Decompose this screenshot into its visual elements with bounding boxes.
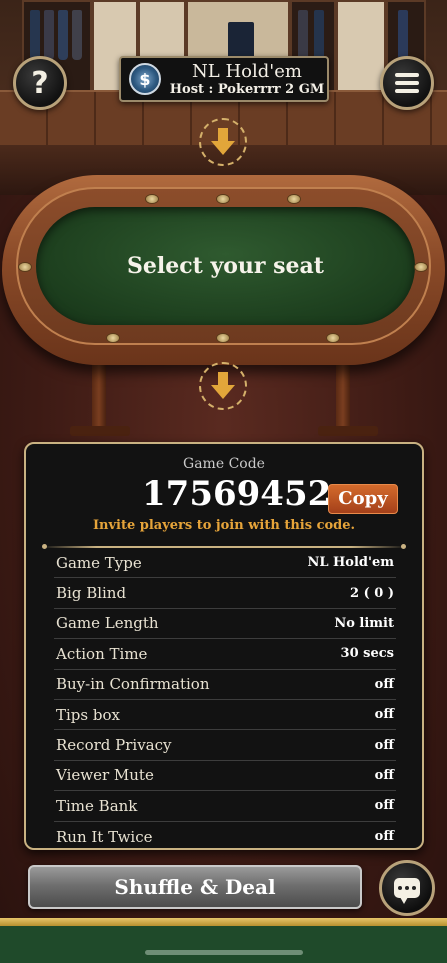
gold-trim xyxy=(0,918,447,926)
setting-value: off xyxy=(374,676,394,692)
setting-label: Tips box xyxy=(56,705,120,724)
chat-bubble-icon xyxy=(394,878,420,904)
table-base xyxy=(70,426,130,436)
seat-marker[interactable] xyxy=(414,262,428,272)
setting-row-tips-box: Tips box off xyxy=(54,700,396,731)
game-title-box: $ NL Hold'em Host : Pokerrrr 2 GM xyxy=(119,56,329,102)
select-seat-prompt: Select your seat xyxy=(127,253,324,279)
app-logo-icon: $ xyxy=(129,63,161,95)
help-button[interactable]: ? xyxy=(13,56,67,110)
setting-row-run-it-twice: Run It Twice off xyxy=(54,822,396,852)
shuffle-deal-button[interactable]: Shuffle & Deal xyxy=(28,865,362,909)
setting-label: Viewer Mute xyxy=(56,766,154,785)
setting-value: off xyxy=(374,737,394,753)
home-indicator[interactable] xyxy=(145,950,303,955)
table-rail: Select your seat xyxy=(16,187,431,345)
seat-marker[interactable] xyxy=(326,333,340,343)
setting-row-record-privacy: Record Privacy off xyxy=(54,730,396,761)
table-felt: Select your seat xyxy=(36,207,415,325)
host-name: Host : Pokerrrr 2 GM xyxy=(169,82,325,97)
setting-row-game-type: Game Type NL Hold'em xyxy=(54,548,396,579)
seat-marker[interactable] xyxy=(145,194,159,204)
seat-marker[interactable] xyxy=(287,194,301,204)
invite-text: Invite players to join with this code. xyxy=(92,518,356,533)
game-code-label: Game Code xyxy=(183,456,265,472)
seat-marker[interactable] xyxy=(106,333,120,343)
setting-label: Game Type xyxy=(56,553,142,572)
setting-label: Run It Twice xyxy=(56,827,153,846)
setting-value: off xyxy=(374,798,394,814)
copy-button[interactable]: Copy xyxy=(328,484,398,514)
setting-label: Big Blind xyxy=(56,584,127,603)
game-code-value: 17569452 xyxy=(142,474,332,514)
setting-value: No limit xyxy=(334,615,394,631)
setting-value: off xyxy=(374,767,394,783)
setting-label: Buy-in Confirmation xyxy=(56,675,210,694)
setting-label: Game Length xyxy=(56,614,159,633)
table-leg xyxy=(336,362,350,432)
setting-row-viewer-mute: Viewer Mute off xyxy=(54,761,396,792)
arrow-down-icon xyxy=(211,372,235,400)
arrow-down-icon xyxy=(211,128,235,156)
setting-row-game-length: Game Length No limit xyxy=(54,609,396,640)
setting-row-action-time: Action Time 30 secs xyxy=(54,639,396,670)
settings-list: Game Type NL Hold'em Big Blind 2 ( 0 ) G… xyxy=(54,548,396,852)
table-leg xyxy=(92,362,106,432)
setting-value: NL Hold'em xyxy=(307,555,394,571)
bottom-bar xyxy=(0,926,447,963)
setting-value: off xyxy=(374,707,394,723)
question-mark-icon: ? xyxy=(31,65,49,101)
setting-row-time-bank: Time Bank off xyxy=(54,791,396,822)
chat-button[interactable] xyxy=(379,860,435,916)
seat-marker[interactable] xyxy=(216,333,230,343)
seat-arrow-bottom[interactable] xyxy=(199,362,247,410)
menu-button[interactable] xyxy=(380,56,434,110)
seat-arrow-top[interactable] xyxy=(199,118,247,166)
setting-value: 30 secs xyxy=(340,646,394,662)
setting-label: Action Time xyxy=(56,644,148,663)
setting-label: Time Bank xyxy=(56,796,138,815)
game-info-panel: Game Code 17569452 Copy Invite players t… xyxy=(24,442,424,850)
game-title: NL Hold'em xyxy=(192,61,302,82)
setting-value: 2 ( 0 ) xyxy=(350,585,394,601)
setting-row-big-blind: Big Blind 2 ( 0 ) xyxy=(54,578,396,609)
poker-table: Select your seat xyxy=(2,175,445,365)
setting-value: off xyxy=(374,829,394,845)
table-base xyxy=(318,426,378,436)
seat-marker[interactable] xyxy=(216,194,230,204)
setting-row-buy-in-confirmation: Buy-in Confirmation off xyxy=(54,670,396,700)
setting-label: Record Privacy xyxy=(56,736,172,755)
hamburger-menu-icon xyxy=(395,73,419,93)
seat-marker[interactable] xyxy=(18,262,32,272)
